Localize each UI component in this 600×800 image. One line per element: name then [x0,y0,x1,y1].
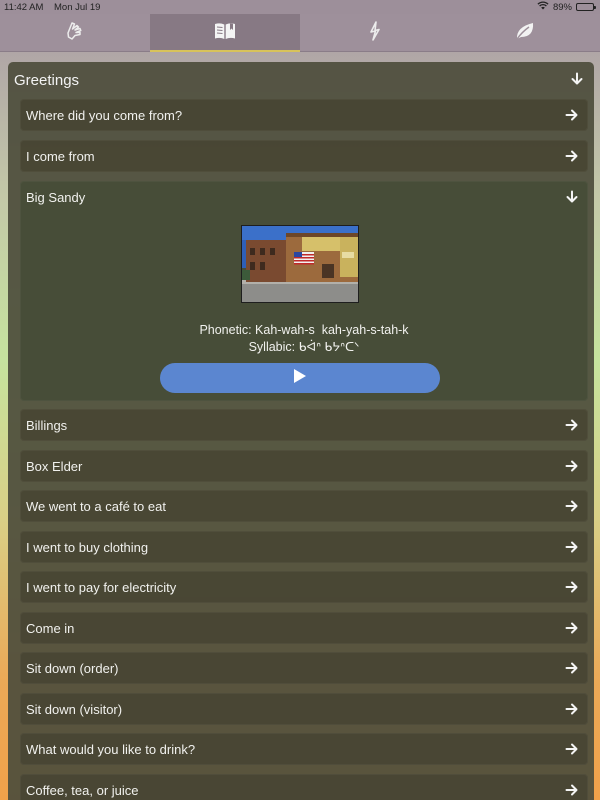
arrow-right-icon [565,149,579,163]
arrow-down-icon [570,72,584,86]
phrase-item[interactable]: I went to pay for electricity [20,571,588,603]
phrase-label: Box Elder [26,459,83,474]
status-time: 11:42 AM [4,2,44,13]
phrase-item[interactable]: Where did you come from? [20,99,588,131]
phrase-item[interactable]: I come from [20,140,588,172]
phrase-item[interactable]: Box Elder [20,450,588,482]
phrase-label: Big Sandy [26,190,86,205]
phrase-item[interactable]: Coffee, tea, or juice [20,774,588,800]
wifi-icon [537,1,549,13]
phrase-item[interactable]: We went to a café to eat [20,490,588,522]
phrase-label: Where did you come from? [26,108,183,123]
play-icon [293,368,307,389]
status-bar: 11:42 AM Mon Jul 19 89% [0,0,600,14]
phrase-item[interactable]: What would you like to drink? [20,733,588,765]
tab-nature[interactable] [450,14,600,52]
tab-bar [0,14,600,52]
phonetic-text: Phonetic: Kah-wah-s kah-yah-s-tah-k [199,323,409,337]
hand-sign-icon [63,19,87,48]
arrow-right-icon [565,783,579,797]
section-header[interactable]: Greetings [8,62,594,98]
phrase-label: What would you like to drink? [26,742,196,757]
tab-phrases[interactable] [150,14,300,52]
phrase-label: We went to a café to eat [26,499,166,514]
battery-percent: 89% [552,1,572,13]
status-date: Mon Jul 19 [54,2,101,13]
arrow-right-icon [565,540,579,554]
phrase-label: Billings [26,418,68,433]
phrase-item[interactable]: Billings [20,409,588,441]
phrase-item[interactable]: Sit down (order) [20,652,588,684]
phrase-label: Sit down (order) [26,661,119,676]
arrow-right-icon [565,459,579,473]
tab-signs[interactable] [0,14,150,52]
greetings-panel: Greetings Where did you come from? I com… [8,62,594,800]
section-title: Greetings [14,72,80,89]
battery-icon [576,3,596,11]
play-audio-button[interactable] [160,363,440,393]
arrow-right-icon [565,499,579,513]
arrow-right-icon [565,108,579,122]
phrase-item-expanded[interactable]: Big Sandy Phonetic: Kah-wah-s kah-yah-s-… [20,181,588,401]
arrow-right-icon [565,621,579,635]
phrase-label: Come in [26,621,75,636]
syllabic-text: Syllabic: ᑲᐋᐢ ᑲᔭᐢᑕᐠ [248,340,360,354]
phrase-item[interactable]: I went to buy clothing [20,531,588,563]
location-photo [241,225,359,303]
status-indicators: 89% [537,1,596,13]
tab-quick[interactable] [300,14,450,52]
arrow-right-icon [565,742,579,756]
arrow-right-icon [565,580,579,594]
arrow-down-icon [565,190,579,204]
phrase-label: Sit down (visitor) [26,702,123,717]
arrow-right-icon [565,661,579,675]
phrase-item[interactable]: Come in [20,612,588,644]
leaf-icon [513,19,537,48]
lightning-icon [363,19,387,48]
phrase-label: I went to buy clothing [26,540,149,555]
phrase-label: I went to pay for electricity [26,580,177,595]
open-book-icon [213,19,237,48]
arrow-right-icon [565,418,579,432]
phrase-label: I come from [26,149,95,164]
arrow-right-icon [565,702,579,716]
phrase-item[interactable]: Sit down (visitor) [20,693,588,725]
phrase-label: Coffee, tea, or juice [26,783,139,798]
